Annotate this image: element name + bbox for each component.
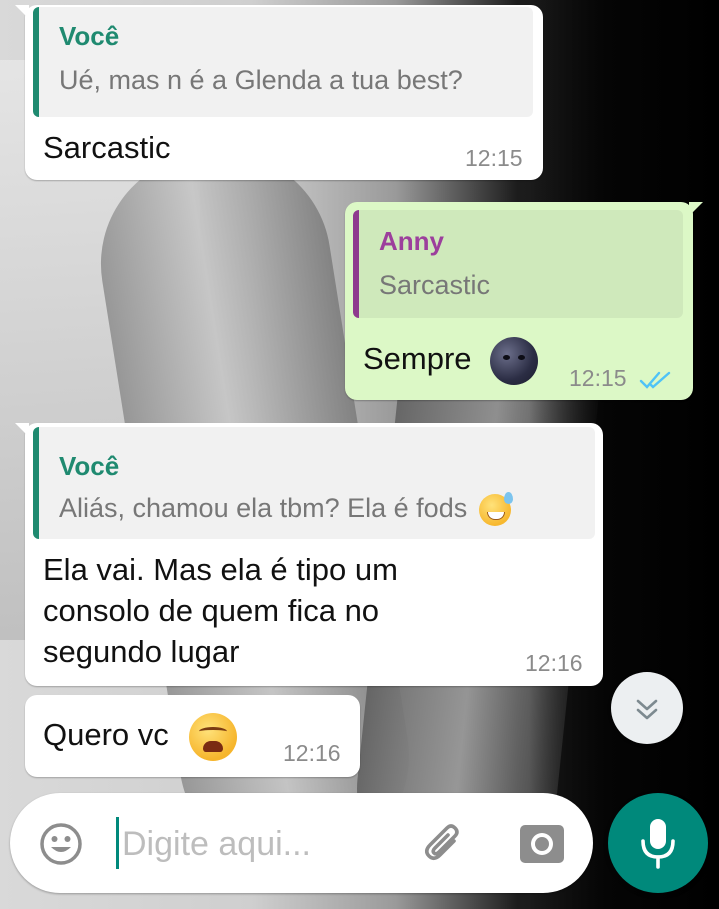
quoted-message[interactable]: Anny Sarcastic <box>353 210 683 318</box>
message-time-text: 12:15 <box>569 365 627 391</box>
quoted-message[interactable]: Você Aliás, chamou ela tbm? Ela é fods <box>33 427 595 539</box>
quoted-message[interactable]: Você Ué, mas n é a Glenda a tua best? <box>33 7 533 117</box>
camera-icon <box>518 825 566 869</box>
message-text: Ela vai. Mas ela é tipo um consolo de qu… <box>43 549 398 672</box>
message-bubble-outgoing[interactable]: Anny Sarcastic Sempre 12:15 <box>345 202 703 400</box>
message-bubble-incoming[interactable]: Você Aliás, chamou ela tbm? Ela é fods E… <box>15 423 603 686</box>
quoted-author: Você <box>59 21 120 51</box>
message-text: Sarcastic <box>43 130 171 165</box>
message-time: 12:15 <box>569 365 673 392</box>
quoted-text: Aliás, chamou ela tbm? Ela é fods <box>59 491 513 526</box>
attach-button[interactable] <box>418 817 470 869</box>
message-text-content: Sempre <box>363 341 472 377</box>
message-bubble-incoming[interactable]: Quero vc 12:16 <box>25 695 360 777</box>
double-check-icon <box>639 369 673 391</box>
message-line: Ela vai. Mas ela é tipo um <box>43 552 398 587</box>
message-text-content: Quero vc <box>43 717 169 753</box>
quoted-text: Ué, mas n é a Glenda a tua best? <box>59 65 463 95</box>
message-line: consolo de quem fica no <box>43 593 380 628</box>
quoted-author: Anny <box>379 226 444 256</box>
emoji-button[interactable] <box>37 820 85 868</box>
quoted-text-content: Aliás, chamou ela tbm? Ela é fods <box>59 493 468 523</box>
quoted-author: Você <box>59 451 120 481</box>
message-time: 12:16 <box>525 650 583 676</box>
smiley-icon <box>37 823 85 872</box>
message-input[interactable] <box>112 819 402 869</box>
new-moon-face-emoji <box>490 337 539 385</box>
message-line: segundo lugar <box>43 634 240 669</box>
double-chevron-down-icon <box>634 695 660 728</box>
message-time: 12:15 <box>465 145 523 171</box>
message-time: 12:16 <box>283 740 341 766</box>
quoted-text: Sarcastic <box>379 270 491 300</box>
scroll-to-bottom-button[interactable] <box>611 672 683 744</box>
camera-button[interactable] <box>518 821 566 865</box>
message-bubble-incoming[interactable]: Você Ué, mas n é a Glenda a tua best? Sa… <box>15 5 543 180</box>
grinning-sweat-emoji <box>478 491 513 526</box>
message-text: Sempre <box>363 337 539 385</box>
paperclip-icon <box>418 824 470 873</box>
voice-message-button[interactable] <box>608 793 708 893</box>
message-composer <box>10 793 593 893</box>
microphone-icon <box>638 817 678 874</box>
message-text: Quero vc <box>43 713 238 761</box>
weary-face-emoji <box>189 713 238 761</box>
